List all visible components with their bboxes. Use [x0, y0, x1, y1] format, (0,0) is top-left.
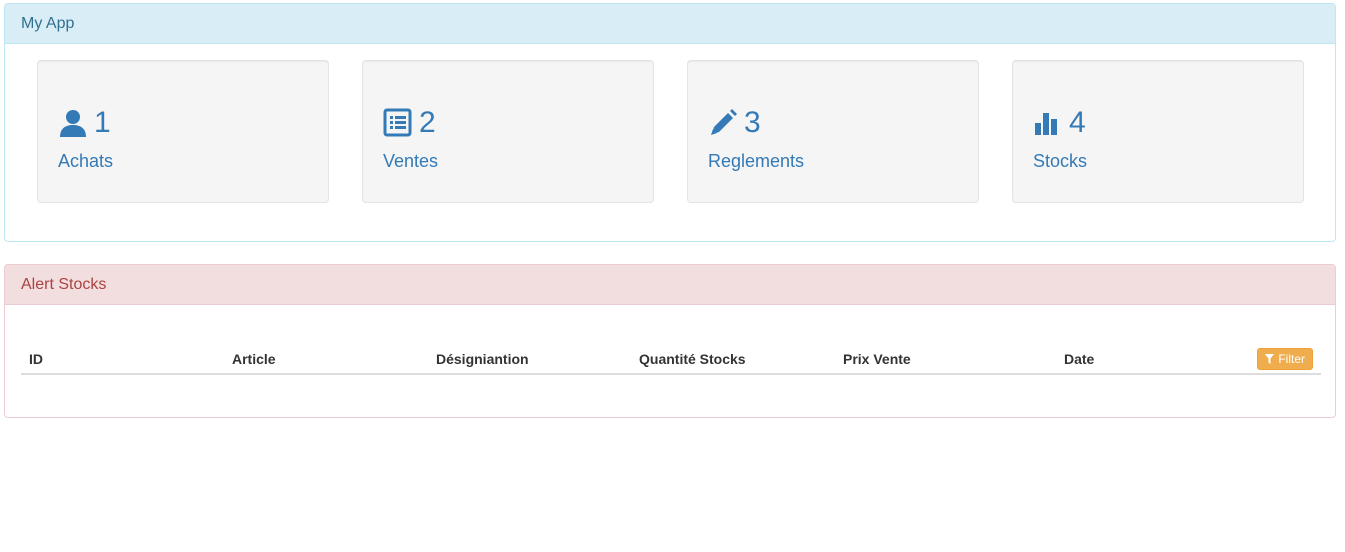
app-panel: My App 1 Achats 2 Ventes 3 Reglements 4 … — [4, 3, 1336, 242]
column-header-actions: Filter — [1246, 345, 1321, 375]
tile-number: 1 — [94, 106, 111, 139]
tile-ventes[interactable]: 2 Ventes — [362, 60, 654, 203]
alert-stocks-title: Alert Stocks — [5, 265, 1335, 305]
tile-number: 4 — [1069, 106, 1086, 139]
dashboard-tiles: 1 Achats 2 Ventes 3 Reglements 4 Stocks — [5, 44, 1335, 234]
filter-button[interactable]: Filter — [1257, 348, 1313, 370]
tile-number: 3 — [744, 106, 761, 139]
app-title: My App — [5, 4, 1335, 44]
bar-chart-icon — [1033, 106, 1067, 140]
column-header-article[interactable]: Article — [224, 345, 428, 375]
alert-stocks-panel: Alert Stocks ID Article Désigniantion Qu… — [4, 264, 1336, 418]
list-alt-icon — [383, 106, 417, 140]
pencil-icon — [708, 106, 742, 140]
filter-label: Filter — [1278, 352, 1305, 366]
tile-number: 2 — [419, 106, 436, 139]
column-header-id[interactable]: ID — [21, 345, 224, 375]
tile-label: Achats — [58, 151, 114, 171]
tile-label: Stocks — [1033, 151, 1088, 171]
column-header-quantite-stocks[interactable]: Quantité Stocks — [631, 345, 835, 375]
tile-label: Reglements — [708, 151, 805, 171]
tile-stocks[interactable]: 4 Stocks — [1012, 60, 1304, 203]
user-icon — [58, 106, 92, 140]
tile-achats[interactable]: 1 Achats — [37, 60, 329, 203]
alert-stocks-table: ID Article Désigniantion Quantité Stocks… — [21, 345, 1321, 375]
tile-reglements[interactable]: 3 Reglements — [687, 60, 979, 203]
tile-label: Ventes — [383, 151, 439, 171]
column-header-date[interactable]: Date — [1056, 345, 1246, 375]
table-header-row: ID Article Désigniantion Quantité Stocks… — [21, 345, 1321, 375]
filter-icon — [1265, 354, 1275, 364]
column-header-designation[interactable]: Désigniantion — [428, 345, 631, 375]
column-header-prix-vente[interactable]: Prix Vente — [835, 345, 1056, 375]
